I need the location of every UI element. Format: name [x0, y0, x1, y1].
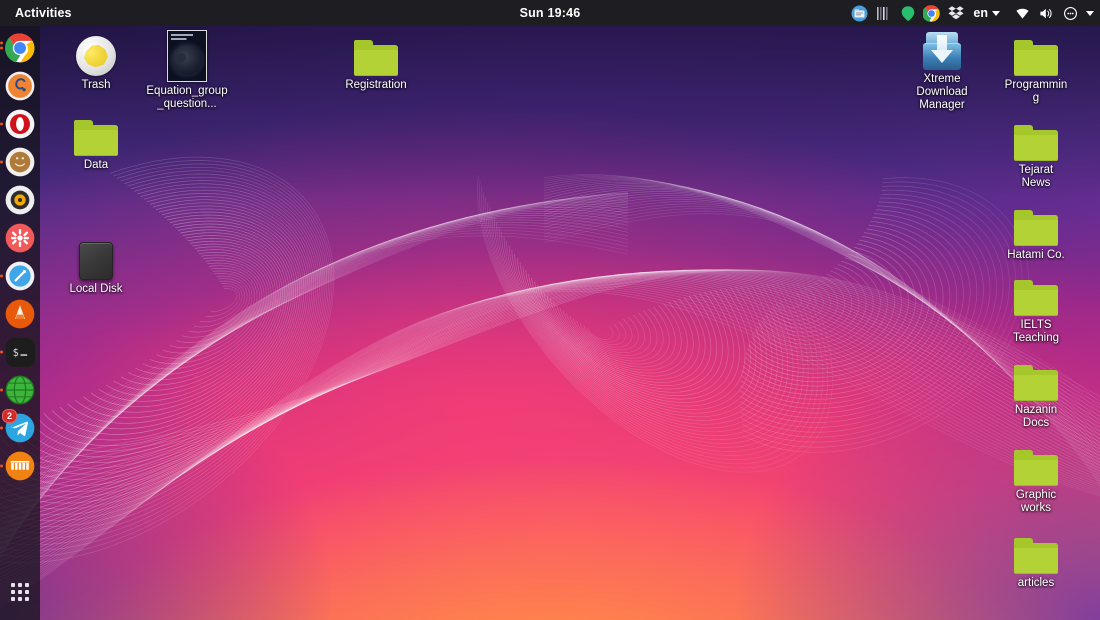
- clock-label[interactable]: Sun 19:46: [520, 6, 581, 20]
- folder-icon: [1014, 30, 1058, 76]
- folder-icon: [1014, 355, 1058, 401]
- desktop-icon-label: Equation_group_question...: [146, 85, 228, 110]
- document-thumbnail-icon: [167, 26, 207, 82]
- keyboard-language-menu[interactable]: en: [971, 6, 1002, 20]
- terminal-icon: $: [5, 337, 35, 367]
- svg-text:$: $: [12, 347, 18, 359]
- desktop-icon-label: Trash: [81, 79, 111, 91]
- folder-icon: [74, 110, 118, 156]
- ubuntu-software-icon: [5, 223, 35, 253]
- volume-icon: [1038, 5, 1055, 22]
- desktop-icon-label: Xtreme Download Manager: [916, 73, 968, 111]
- desktop-icon-ielts[interactable]: IELTS Teaching: [993, 270, 1079, 345]
- dock-item-vlc[interactable]: [4, 298, 36, 330]
- hard-drive-icon: [79, 234, 113, 280]
- running-indicator: [0, 426, 3, 430]
- desktop-icon-hatami-co[interactable]: Hatami Co.: [993, 200, 1079, 262]
- running-indicator: [0, 160, 3, 164]
- chevron-down-icon: [992, 10, 1000, 16]
- globe-network-icon: [5, 375, 35, 405]
- dock: $ 2: [0, 26, 40, 620]
- chrome-tray-icon[interactable]: [923, 4, 941, 22]
- desktop-icon-label: Graphic works: [1015, 489, 1057, 514]
- show-applications-button[interactable]: [0, 572, 40, 612]
- folder-icon: [1014, 200, 1058, 246]
- rhythmbox-icon: [5, 185, 35, 215]
- desktop-icon-label: Data: [83, 159, 109, 171]
- system-tray: en: [851, 0, 1094, 26]
- keyboard-language-label: en: [973, 6, 988, 20]
- activities-button[interactable]: Activities: [6, 4, 81, 23]
- trash-icon: [76, 30, 116, 76]
- desktop-icon-articles[interactable]: articles: [993, 528, 1079, 590]
- system-indicators-menu[interactable]: [1014, 5, 1094, 22]
- desktop-icon-local-disk[interactable]: Local Disk: [53, 234, 139, 296]
- running-indicator: [0, 46, 3, 50]
- thunderbird-icon: [5, 147, 35, 177]
- desktop-icon-tejarat-news[interactable]: Tejarat News: [993, 115, 1079, 190]
- dock-item-telegram[interactable]: 2: [0, 409, 36, 444]
- winrar-icon: [5, 451, 35, 481]
- folder-icon: [1014, 115, 1058, 161]
- dock-item-network[interactable]: [0, 374, 36, 406]
- dock-item-help[interactable]: [0, 260, 36, 292]
- desktop-icon-nazanin-docs[interactable]: Nazanin Docs: [993, 355, 1079, 430]
- chevron-down-icon: [1086, 10, 1094, 16]
- desktop-icon-programming[interactable]: Programming: [993, 30, 1079, 105]
- wifi-icon: [1014, 5, 1031, 22]
- telegram-unread-badge: 2: [2, 409, 18, 423]
- dock-item-chrome[interactable]: [0, 32, 36, 64]
- folder-icon: [1014, 270, 1058, 316]
- desktop-icon-label: Local Disk: [69, 283, 123, 295]
- grid-icon: [11, 583, 29, 601]
- running-indicator: [0, 388, 3, 392]
- desktop-icon-registration[interactable]: Registration: [333, 30, 419, 92]
- running-indicator: [0, 274, 3, 278]
- running-indicator: [0, 122, 3, 126]
- dock-item-thunderbird[interactable]: [0, 146, 36, 178]
- vlc-icon: [5, 299, 35, 329]
- desktop-screen: Activities Sun 19:46 en $ 2 Trash Equati…: [0, 0, 1100, 620]
- unknown-striped-tray-icon[interactable]: [875, 5, 892, 22]
- files-tray-icon[interactable]: [851, 5, 868, 22]
- dock-item-firefox[interactable]: [4, 70, 36, 102]
- desktop-icon-data[interactable]: Data: [53, 110, 139, 172]
- dock-item-winrar[interactable]: [0, 450, 36, 482]
- opera-icon: [5, 109, 35, 139]
- chrome-icon: [5, 33, 35, 63]
- desktop-icon-label: Tejarat News: [1018, 164, 1054, 189]
- desktop-icon-xdm[interactable]: Xtreme Download Manager: [899, 26, 985, 112]
- dock-item-rhythmbox[interactable]: [4, 184, 36, 216]
- firefox-icon: [5, 71, 35, 101]
- folder-icon: [354, 30, 398, 76]
- dock-item-ubuntu-software[interactable]: [4, 222, 36, 254]
- desktop-icon-label: Registration: [345, 79, 407, 91]
- desktop-icon-trash[interactable]: Trash: [53, 30, 139, 92]
- desktop-icon-label: articles: [1017, 577, 1055, 589]
- folder-icon: [1014, 528, 1058, 574]
- dropbox-tray-icon[interactable]: [947, 5, 964, 22]
- desktop-icon-equation-doc[interactable]: Equation_group_question...: [144, 26, 230, 111]
- desktop-icon-label: Hatami Co.: [1007, 249, 1065, 261]
- xtreme-download-manager-icon: [921, 26, 963, 70]
- folder-icon: [1014, 440, 1058, 486]
- top-panel: Activities Sun 19:46 en: [0, 0, 1100, 26]
- running-indicator: [0, 350, 3, 354]
- desktop-icon-label: Nazanin Docs: [1014, 404, 1058, 429]
- desktop-icon-graphic-works[interactable]: Graphic works: [993, 440, 1079, 515]
- running-indicator: [0, 464, 3, 468]
- desktop-icon-label: Programming: [1004, 79, 1068, 104]
- dock-item-opera[interactable]: [0, 108, 36, 140]
- dock-item-terminal[interactable]: $: [0, 336, 36, 368]
- help-compass-icon: [5, 261, 35, 291]
- power-icon: [1062, 5, 1079, 22]
- desktop-icon-label: IELTS Teaching: [1012, 319, 1060, 344]
- green-balloon-tray-icon[interactable]: [899, 5, 916, 22]
